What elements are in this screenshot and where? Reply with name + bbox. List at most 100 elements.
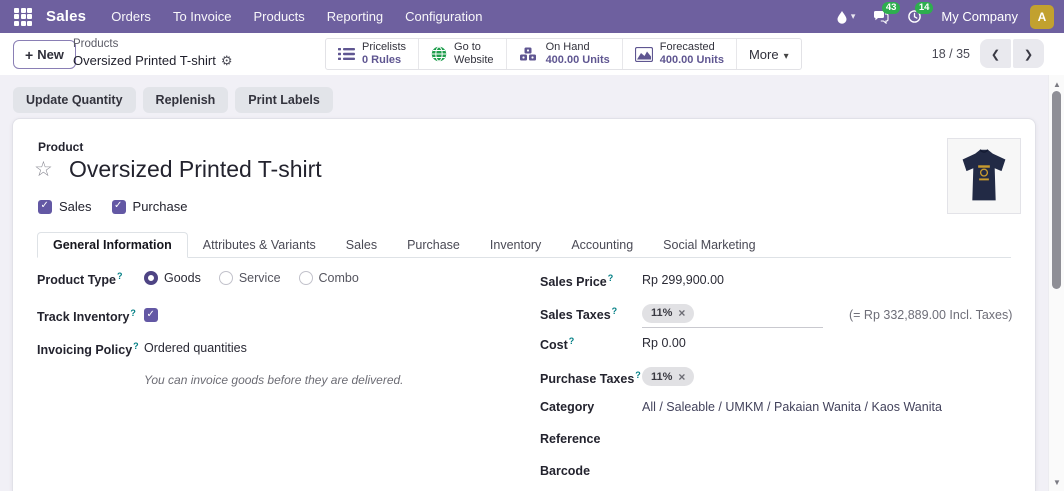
invoicing-policy-row: Invoicing Policy? Ordered quantities <box>37 341 247 357</box>
activities-button[interactable]: 14 <box>900 0 929 33</box>
help-icon: ? <box>612 306 618 316</box>
pager: 18 / 35 <box>932 39 1044 68</box>
purchase-taxes-row: Purchase Taxes? 11% <box>540 367 694 386</box>
breadcrumb-current: Oversized Printed T-shirt <box>73 53 216 69</box>
reference-row: Reference <box>540 432 642 446</box>
nav-item-configuration[interactable]: Configuration <box>394 0 493 33</box>
category-value[interactable]: All / Saleable / UMKM / Pakaian Wanita /… <box>642 400 942 414</box>
tshirt-image <box>948 138 1020 214</box>
update-quantity-button[interactable]: Update Quantity <box>13 87 136 113</box>
sales-price-row: Sales Price? Rp 299,900.00 <box>540 273 724 289</box>
stat-button-group: Pricelists 0 Rules Go to Website On Hand… <box>325 38 802 70</box>
sales-taxes-row: Sales Taxes? 11% (= Rp 332,889.00 Incl. … <box>540 303 1012 328</box>
control-panel: New Products Oversized Printed T-shirt P… <box>0 33 1064 75</box>
radio-goods[interactable] <box>144 271 158 285</box>
radio-combo[interactable] <box>299 271 313 285</box>
pager-counter[interactable]: 18 / 35 <box>932 47 970 61</box>
pricelists-value: 0 Rules <box>362 54 406 67</box>
messages-button[interactable]: 43 <box>866 0 896 33</box>
tab-inventory[interactable]: Inventory <box>475 232 556 258</box>
forecasted-value: 400.00 Units <box>660 54 724 67</box>
print-labels-button[interactable]: Print Labels <box>235 87 333 113</box>
help-icon: ? <box>608 273 614 283</box>
tab-social-marketing[interactable]: Social Marketing <box>648 232 770 258</box>
globe-icon <box>431 46 447 62</box>
pager-next-button[interactable] <box>1013 39 1044 68</box>
availability-checkboxes: Sales Purchase <box>38 199 187 214</box>
forecasted-label: Forecasted <box>660 41 724 54</box>
sales-price-value[interactable]: Rp 299,900.00 <box>642 273 724 287</box>
help-icon: ? <box>635 370 641 380</box>
product-image[interactable] <box>947 138 1021 214</box>
tax-included-note: (= Rp 332,889.00 Incl. Taxes) <box>849 308 1012 322</box>
breadcrumb: Products Oversized Printed T-shirt <box>73 37 232 71</box>
sales-checkbox-label: Sales <box>59 199 92 214</box>
invoicing-policy-hint: You can invoice goods before they are de… <box>144 373 404 387</box>
notebook-tabs: General Information Attributes & Variant… <box>37 231 1011 258</box>
nav-item-reporting[interactable]: Reporting <box>316 0 394 33</box>
new-button[interactable]: New <box>13 40 76 69</box>
radio-service-label: Service <box>239 271 281 285</box>
scroll-up-arrow-icon[interactable] <box>1049 77 1064 91</box>
cost-label: Cost? <box>540 336 642 352</box>
favorite-star-icon[interactable] <box>34 157 53 182</box>
track-inventory-checkbox[interactable] <box>144 308 158 322</box>
radio-service[interactable] <box>219 271 233 285</box>
sales-checkbox[interactable] <box>38 200 52 214</box>
tab-sales[interactable]: Sales <box>331 232 392 258</box>
tab-accounting[interactable]: Accounting <box>556 232 648 258</box>
boxes-icon <box>519 47 539 62</box>
scroll-down-arrow-icon[interactable] <box>1049 475 1064 489</box>
pricelists-label: Pricelists <box>362 41 406 54</box>
nav-item-products[interactable]: Products <box>242 0 315 33</box>
top-navbar: Sales Orders To Invoice Products Reporti… <box>0 0 1064 33</box>
invoicing-policy-label: Invoicing Policy? <box>37 341 144 357</box>
product-title[interactable]: Oversized Printed T-shirt <box>69 156 322 183</box>
action-button-row: Update Quantity Replenish Print Labels <box>13 87 333 113</box>
product-form-card: Product Oversized Printed T-shirt Sales … <box>12 118 1036 491</box>
remove-tax-icon[interactable] <box>678 306 685 320</box>
apps-grid-icon <box>14 8 32 26</box>
product-type-radio-group: Goods Service Combo <box>144 271 359 285</box>
apps-menu-button[interactable] <box>6 0 40 33</box>
category-label: Category <box>540 400 642 414</box>
pager-previous-button[interactable] <box>980 39 1011 68</box>
breadcrumb-parent[interactable]: Products <box>73 37 232 51</box>
cost-row: Cost? Rp 0.00 <box>540 336 686 352</box>
track-inventory-row: Track Inventory? <box>37 308 158 324</box>
area-chart-icon <box>635 47 653 62</box>
barcode-row: Barcode <box>540 464 642 478</box>
on-hand-value: 400.00 Units <box>546 54 610 67</box>
gear-icon[interactable] <box>221 53 233 69</box>
invoicing-policy-select[interactable]: Ordered quantities <box>144 341 247 355</box>
help-icon: ? <box>133 341 139 351</box>
remove-tax-icon[interactable] <box>678 370 685 384</box>
status-indicator-button[interactable] <box>829 0 863 33</box>
user-avatar[interactable]: A <box>1030 5 1054 29</box>
go-to-website-button[interactable]: Go to Website <box>419 39 507 69</box>
scrollbar-thumb[interactable] <box>1052 91 1061 289</box>
tab-purchase[interactable]: Purchase <box>392 232 475 258</box>
chevron-left-icon <box>991 46 1000 61</box>
nav-item-to-invoice[interactable]: To Invoice <box>162 0 243 33</box>
purchase-checkbox[interactable] <box>112 200 126 214</box>
tab-attributes-variants[interactable]: Attributes & Variants <box>188 232 331 258</box>
chevron-down-icon <box>779 47 789 62</box>
sales-tax-tag: 11% <box>642 304 694 323</box>
purchase-taxes-label: Purchase Taxes? <box>540 367 642 386</box>
nav-item-orders[interactable]: Orders <box>100 0 162 33</box>
company-switcher[interactable]: My Company <box>933 9 1026 24</box>
on-hand-button[interactable]: On Hand 400.00 Units <box>507 39 623 69</box>
forecasted-button[interactable]: Forecasted 400.00 Units <box>623 39 737 69</box>
sales-taxes-input[interactable]: 11% <box>642 303 823 328</box>
more-button[interactable]: More <box>737 39 801 69</box>
cost-value[interactable]: Rp 0.00 <box>642 336 686 350</box>
app-name[interactable]: Sales <box>40 8 100 25</box>
pricelists-button[interactable]: Pricelists 0 Rules <box>326 39 419 69</box>
help-icon: ? <box>117 271 123 281</box>
radio-goods-label: Goods <box>164 271 201 285</box>
purchase-tax-tag: 11% <box>642 367 694 386</box>
product-kind-label: Product <box>38 140 83 154</box>
tab-general-information[interactable]: General Information <box>37 232 188 258</box>
replenish-button[interactable]: Replenish <box>143 87 229 113</box>
